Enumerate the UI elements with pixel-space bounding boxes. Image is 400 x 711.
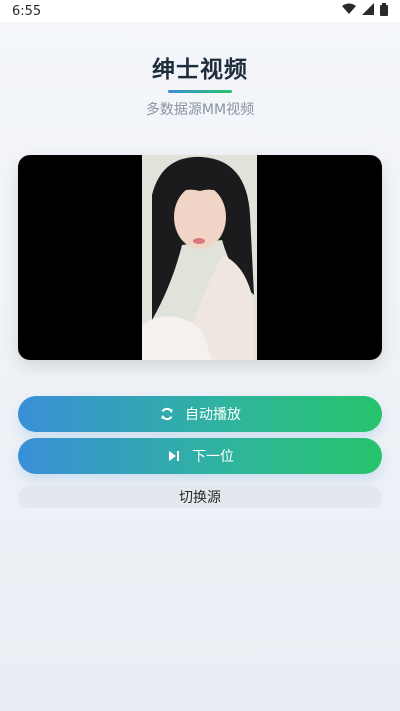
status-bar: 6:55 [0, 0, 400, 22]
page-title: 绅士视频 [152, 57, 248, 83]
battery-icon [380, 2, 388, 20]
wifi-icon [342, 3, 356, 19]
next-button[interactable]: 下一位 [18, 438, 382, 474]
autoplay-button[interactable]: 自动播放 [18, 396, 382, 432]
status-icons [342, 2, 388, 20]
video-thumbnail-illustration [142, 155, 257, 360]
page-subtitle: 多数据源MM视频 [145, 102, 255, 118]
video-player[interactable] [18, 155, 382, 360]
switch-source-button[interactable]: 切换源 [18, 486, 382, 508]
refresh-icon [159, 406, 175, 422]
skip-next-icon [166, 448, 182, 464]
switch-source-label: 切换源 [179, 490, 221, 506]
status-time: 6:55 [12, 3, 42, 19]
signal-icon [362, 3, 374, 19]
video-frame-image [142, 155, 257, 360]
title-underline [168, 90, 232, 93]
next-label: 下一位 [192, 449, 234, 465]
autoplay-label: 自动播放 [185, 407, 241, 423]
